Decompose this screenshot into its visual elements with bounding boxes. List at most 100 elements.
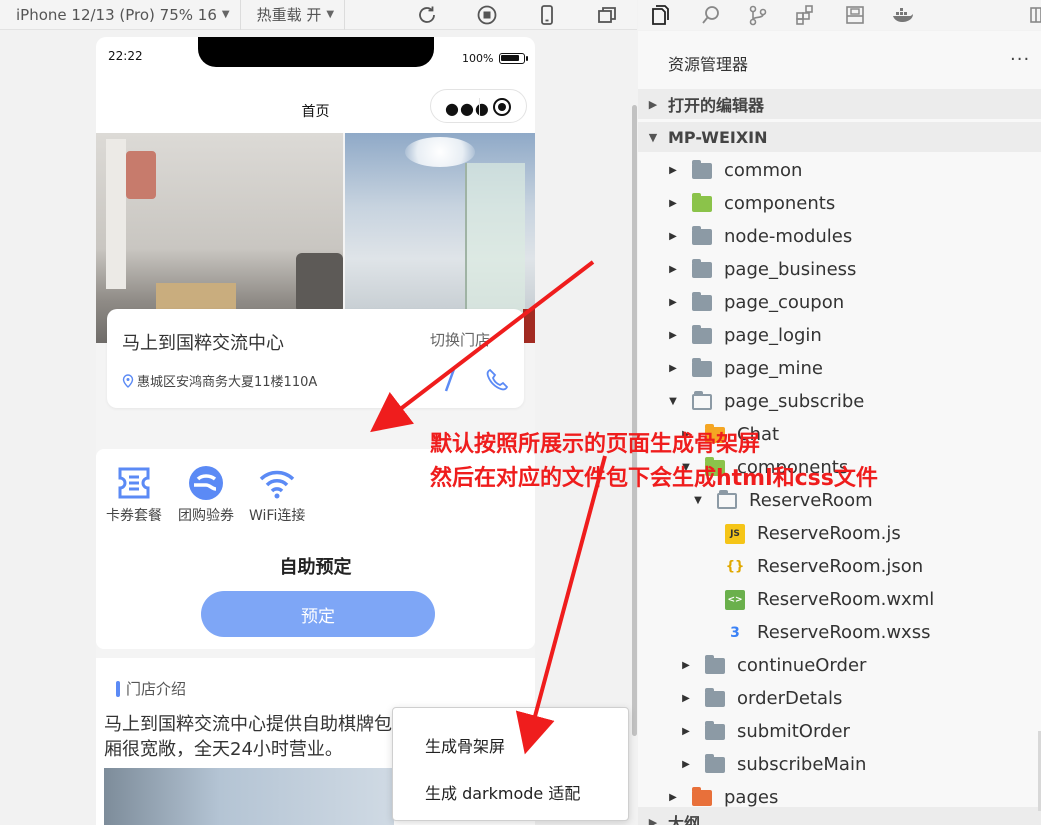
banner-edge — [523, 309, 535, 343]
tree-item[interactable]: ▶ page_mine — [668, 352, 823, 385]
refresh-icon[interactable] — [412, 0, 442, 30]
more-dots-icon[interactable]: ●●● — [445, 99, 490, 118]
tree-item[interactable]: {} ReserveRoom.json — [701, 550, 923, 583]
simulator-scrollbar[interactable] — [632, 105, 637, 736]
files-icon[interactable] — [644, 0, 674, 30]
folder-icon — [692, 786, 712, 806]
wxml-file-icon: <> — [725, 589, 745, 610]
folder-icon — [705, 720, 725, 740]
chevron-right-icon[interactable]: ▶ — [681, 726, 691, 737]
tree-item[interactable]: ▶ continueOrder — [681, 649, 866, 682]
chevron-right-icon[interactable]: ▶ — [668, 165, 678, 176]
capsule-menu[interactable]: ●●● — [430, 89, 527, 123]
chevron-right-icon[interactable]: ▶ — [668, 198, 678, 209]
tree-item-label: continueOrder — [737, 655, 867, 676]
section-mp-weixin[interactable]: ▼ MP-WEIXIN — [638, 122, 1041, 152]
navigate-icon[interactable] — [440, 367, 460, 393]
tree-item[interactable]: ▶ page_login — [668, 319, 822, 352]
windows-icon[interactable] — [592, 0, 622, 30]
section-open-editors[interactable]: ▶ 打开的编辑器 — [638, 89, 1041, 119]
tree-item[interactable]: ▶ page_business — [668, 253, 856, 286]
service-coupon-package[interactable]: 卡券套餐 — [106, 463, 162, 525]
service-label: 卡券套餐 — [106, 508, 162, 524]
tree-item[interactable]: ▼ page_subscribe — [668, 385, 864, 418]
chevron-right-icon[interactable]: ▶ — [681, 660, 691, 671]
tree-item-label: page_login — [724, 325, 822, 346]
store-name: 马上到国粹交流中心 — [122, 333, 284, 354]
wxss-file-icon: 3 — [730, 624, 740, 641]
chevron-right-icon[interactable]: ▶ — [681, 759, 691, 770]
chevron-down-icon: ▼ — [648, 130, 658, 144]
device-select[interactable]: iPhone 12/13 (Pro) 75% 16 ▼ — [0, 0, 241, 30]
phone-icon[interactable] — [532, 0, 562, 30]
chevron-right-icon[interactable]: ▶ — [668, 297, 678, 308]
split-icon[interactable] — [1021, 0, 1041, 30]
json-file-icon: {} — [725, 559, 745, 574]
annotation-line-1: 默认按照所展示的页面生成骨架屏 — [430, 432, 761, 457]
battery-tip — [526, 56, 528, 61]
section-outline[interactable]: ▶ 大纲 — [638, 807, 1041, 825]
status-bar: 22:22 100% — [96, 37, 535, 83]
tree-item-label: pages — [724, 787, 779, 808]
service-label: WiFi连接 — [249, 508, 306, 524]
book-button[interactable]: 预定 — [201, 591, 435, 637]
tree-item[interactable]: ▶ submitOrder — [681, 715, 850, 748]
call-phone-icon[interactable] — [484, 367, 510, 393]
hot-reload-label: 热重载 开 — [256, 6, 322, 24]
tree-item-label: page_mine — [724, 358, 823, 379]
annotation-line-2: 然后在对应的文件包下会生成html和css文件 — [430, 466, 878, 491]
section-label: 大纲 — [668, 814, 701, 825]
close-target-icon[interactable] — [493, 98, 511, 116]
stop-icon[interactable] — [472, 0, 502, 30]
tree-item[interactable]: ▶ components — [668, 187, 835, 220]
banner-sofa — [296, 253, 343, 313]
more-actions-icon[interactable]: ··· — [1010, 49, 1030, 70]
chevron-right-icon[interactable]: ▶ — [668, 792, 678, 803]
tree-item[interactable]: <> ReserveRoom.wxml — [701, 583, 934, 616]
tree-item[interactable]: ▶ subscribeMain — [681, 748, 866, 781]
search-icon[interactable] — [696, 0, 726, 30]
store-intro-text: 马上到国粹交流中心提供自助棋牌包厢很宽敞，全天24小时营业。 — [104, 714, 392, 760]
explorer-title: 资源管理器 — [668, 55, 749, 74]
tree-item-label: ReserveRoom.js — [757, 523, 901, 544]
voucher-icon — [189, 466, 223, 500]
source-control-icon[interactable] — [743, 0, 773, 30]
service-wifi-connect[interactable]: WiFi连接 — [249, 463, 305, 525]
tree-item[interactable]: 3 ReserveRoom.wxss — [701, 616, 930, 649]
chevron-right-icon[interactable]: ▶ — [668, 231, 678, 242]
folder-icon — [692, 159, 712, 179]
tree-item[interactable]: JS ReserveRoom.js — [701, 517, 901, 550]
tree-item-label: page_subscribe — [724, 391, 865, 412]
js-file-icon: JS — [725, 523, 745, 544]
location-pin-icon — [122, 373, 134, 388]
chevron-down-icon[interactable]: ▼ — [693, 495, 703, 506]
hot-reload-select[interactable]: 热重载 开 ▼ — [241, 0, 346, 30]
tree-item[interactable]: ▶ common — [668, 154, 802, 187]
store-address: 惠城区安鸿商务大夏11楼110A — [122, 371, 317, 390]
chevron-right-icon: ▶ — [648, 815, 658, 825]
service-groupbuy-verify[interactable]: 团购验券 — [178, 463, 234, 525]
tree-item[interactable]: ▶ page_coupon — [668, 286, 844, 319]
ticket-icon — [118, 467, 150, 499]
tree-item-label: ReserveRoom.wxml — [757, 589, 935, 610]
menu-item-generate-skeleton[interactable]: 生成骨架屏 — [425, 733, 505, 757]
folder-icon — [692, 192, 712, 212]
folder-icon — [692, 390, 712, 410]
chevron-down-icon[interactable]: ▼ — [668, 396, 678, 407]
chevron-right-icon: ▶ — [648, 97, 658, 111]
docker-icon[interactable] — [888, 0, 918, 30]
switch-store-link[interactable]: 切换门店 — [430, 329, 490, 350]
chevron-right-icon[interactable]: ▶ — [668, 264, 678, 275]
extensions-icon[interactable] — [790, 0, 820, 30]
tree-item-label: common — [724, 160, 803, 181]
folder-icon — [705, 687, 725, 707]
tree-item[interactable]: ▶ node-modules — [668, 220, 852, 253]
chevron-right-icon[interactable]: ▶ — [668, 330, 678, 341]
tree-item[interactable]: ▶ orderDetals — [681, 682, 842, 715]
store-intro-header: 门店介绍 — [116, 678, 186, 699]
phone-notch — [198, 37, 434, 67]
menu-item-generate-darkmode[interactable]: 生成 darkmode 适配 — [425, 780, 580, 804]
chevron-right-icon[interactable]: ▶ — [668, 363, 678, 374]
chevron-right-icon[interactable]: ▶ — [681, 693, 691, 704]
layout-icon[interactable] — [840, 0, 870, 30]
